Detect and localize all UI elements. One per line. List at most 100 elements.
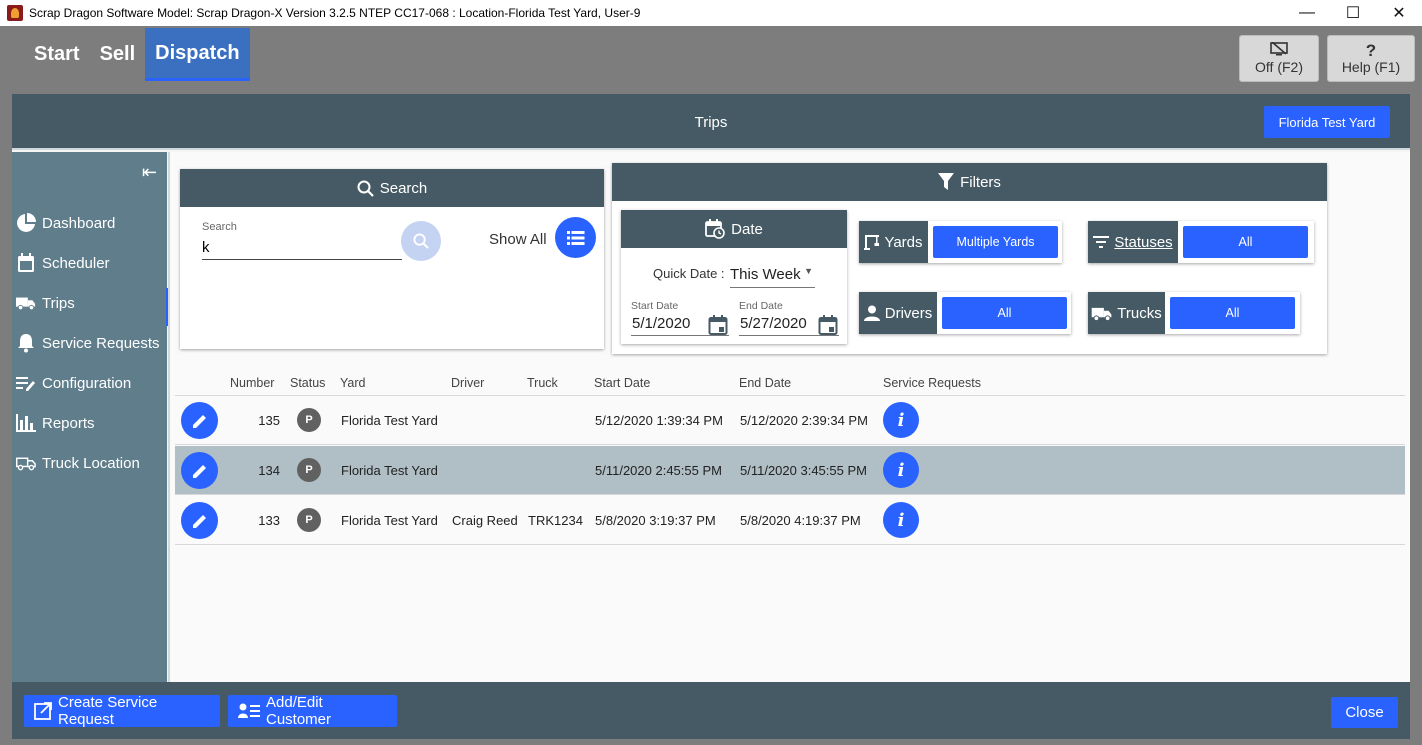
trip-driver: Craig Reed	[452, 513, 518, 528]
calendar-clock-icon	[705, 219, 725, 239]
edit-trip-button[interactable]	[181, 502, 218, 539]
statuses-filter-header: Statuses	[1088, 221, 1178, 263]
add-edit-customer-button[interactable]: Add/Edit Customer	[228, 694, 397, 728]
column-header-yard[interactable]: Yard	[340, 376, 365, 390]
info-icon[interactable]: i	[883, 502, 919, 538]
sidebar-item-dashboard[interactable]: Dashboard	[16, 208, 167, 238]
drivers-filter-button[interactable]: All	[942, 297, 1067, 329]
scale-off-label: Off (F2)	[1255, 59, 1303, 75]
start-date-label: Start Date	[631, 300, 679, 312]
yard-select-button[interactable]: Florida Test Yard	[1264, 106, 1390, 138]
trip-yard: Florida Test Yard	[341, 463, 438, 478]
sidebar-item-reports[interactable]: Reports	[16, 408, 167, 438]
yards-filter-header: Yards	[859, 221, 928, 263]
add-edit-customer-label: Add/Edit Customer	[266, 694, 332, 728]
drivers-filter-header: Drivers	[859, 292, 937, 334]
bar-chart-icon	[16, 413, 36, 433]
date-filter-title: Date	[731, 220, 763, 238]
end-date-value: 5/27/2020	[740, 315, 807, 332]
sidebar-item-scheduler[interactable]: Scheduler	[16, 248, 167, 278]
panel-header: Trips Florida Test Yard	[12, 94, 1410, 150]
sidebar-item-configuration[interactable]: Configuration	[16, 368, 167, 398]
edit-trip-button[interactable]	[181, 452, 218, 489]
main-panel: Trips Florida Test Yard ⇤ Dashboard Sche…	[12, 94, 1410, 739]
minimize-button[interactable]: —	[1284, 0, 1330, 26]
filters-card: Filters Date Quick Date : This Week ▼ St…	[612, 163, 1327, 354]
search-field-label: Search	[202, 221, 237, 233]
monitor-off-icon	[1270, 41, 1288, 59]
column-header-service-requests[interactable]: Service Requests	[883, 376, 981, 390]
person-icon	[863, 305, 880, 321]
end-date-label: End Date	[739, 300, 783, 312]
maximize-button[interactable]: ☐	[1330, 0, 1376, 26]
scale-off-button[interactable]: Off (F2)	[1239, 35, 1319, 82]
trucks-filter-button[interactable]: All	[1170, 297, 1295, 329]
quick-date-label: Quick Date :	[653, 266, 725, 281]
sidebar-item-truck-location[interactable]: Truck Location	[16, 448, 167, 478]
trip-yard: Florida Test Yard	[341, 513, 438, 528]
edit-trip-button[interactable]	[181, 402, 218, 439]
date-filter-card: Date Quick Date : This Week ▼ Start Date…	[621, 210, 847, 344]
truck-icon	[1091, 306, 1113, 321]
footer-bar: Create Service Request Add/Edit Customer…	[12, 682, 1410, 739]
list-icon	[566, 230, 584, 245]
table-row[interactable]: 134 P Florida Test Yard 5/11/2020 2:45:5…	[175, 446, 1405, 495]
search-input[interactable]: k	[202, 237, 402, 260]
collapse-sidebar-icon[interactable]: ⇤	[142, 162, 157, 183]
sidebar-item-trips[interactable]: Trips	[16, 288, 169, 326]
help-label: Help (F1)	[1341, 59, 1401, 75]
filter-icon	[938, 173, 955, 191]
tab-dispatch[interactable]: Dispatch	[145, 28, 250, 81]
pencil-icon	[192, 514, 206, 528]
pencil-icon	[192, 414, 206, 428]
column-header-number[interactable]: Number	[230, 376, 274, 390]
search-card-title: Search	[379, 179, 428, 197]
create-service-request-label: Create Service Request	[58, 694, 158, 728]
pie-chart-icon	[16, 213, 36, 233]
yards-filter-button[interactable]: Multiple Yards	[933, 226, 1058, 258]
search-submit-button[interactable]	[401, 221, 441, 261]
show-all-label: Show All	[489, 231, 547, 248]
page-title: Trips	[694, 114, 728, 131]
column-header-truck[interactable]: Truck	[527, 376, 558, 390]
table-row[interactable]: 135 P Florida Test Yard 5/12/2020 1:39:3…	[175, 396, 1405, 445]
statuses-filter-button[interactable]: All	[1183, 226, 1308, 258]
trip-truck: TRK1234	[528, 513, 583, 528]
calendar-icon[interactable]	[818, 315, 838, 340]
edit-list-icon	[16, 373, 36, 393]
end-date-field[interactable]: 5/27/2020	[739, 313, 839, 336]
trip-yard: Florida Test Yard	[341, 413, 438, 428]
content-area: Search Search k Show All Filters Date Qu…	[168, 152, 1410, 682]
tab-sell[interactable]: Sell	[90, 28, 146, 81]
person-list-icon	[238, 703, 260, 719]
close-button[interactable]: Close	[1331, 697, 1398, 728]
chevron-down-icon: ▼	[804, 266, 813, 276]
open-external-icon	[34, 702, 52, 720]
quick-date-value: This Week	[730, 266, 801, 283]
column-header-start-date[interactable]: Start Date	[594, 376, 650, 390]
info-icon[interactable]: i	[883, 452, 919, 488]
status-badge: P	[297, 458, 321, 482]
sidebar-item-label: Truck Location	[42, 454, 140, 472]
trip-start-date: 5/8/2020 3:19:37 PM	[595, 513, 716, 528]
tab-start[interactable]: Start	[24, 28, 90, 81]
start-date-field[interactable]: 5/1/2020	[631, 313, 729, 336]
sidebar-item-service-requests[interactable]: Service Requests	[16, 328, 167, 358]
top-nav: Start Sell Dispatch	[24, 28, 250, 82]
quick-date-select[interactable]: This Week ▼	[730, 262, 815, 288]
window-close-button[interactable]: ✕	[1376, 0, 1422, 26]
column-header-status[interactable]: Status	[290, 376, 325, 390]
show-all-button[interactable]	[555, 217, 596, 258]
sidebar-item-label: Service Requests	[42, 334, 160, 352]
column-header-end-date[interactable]: End Date	[739, 376, 791, 390]
info-icon[interactable]: i	[883, 402, 919, 438]
create-service-request-button[interactable]: Create Service Request	[24, 694, 220, 728]
calendar-icon[interactable]	[708, 315, 728, 340]
status-badge: P	[297, 408, 321, 432]
sidebar: ⇤ Dashboard Scheduler Trips Service Requ…	[12, 152, 169, 682]
column-header-driver[interactable]: Driver	[451, 376, 484, 390]
help-button[interactable]: ? Help (F1)	[1327, 35, 1415, 82]
trip-end-date: 5/12/2020 2:39:34 PM	[740, 413, 868, 428]
table-row[interactable]: 133 P Florida Test Yard Craig Reed TRK12…	[175, 496, 1405, 545]
filters-card-header: Filters	[612, 163, 1327, 201]
